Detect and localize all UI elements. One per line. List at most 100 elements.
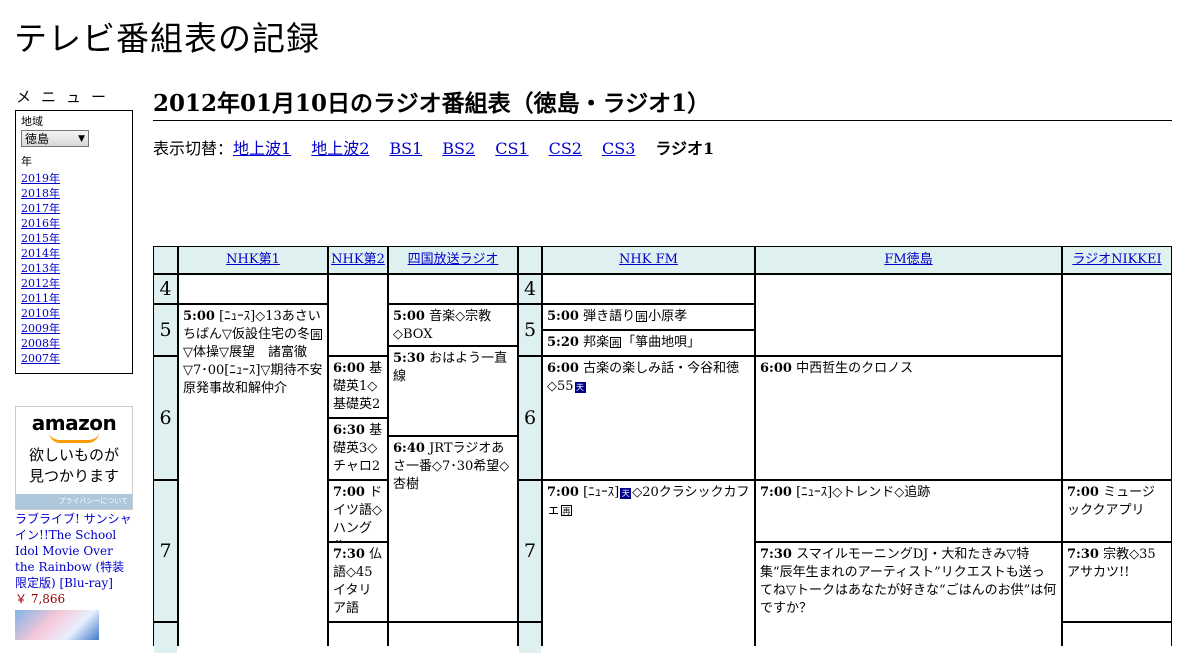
channel-link[interactable]: ラジオNIKKEI xyxy=(1072,252,1161,267)
switch-link-terrestrial-1[interactable]: 地上波1 xyxy=(233,139,291,158)
grid-corner xyxy=(154,247,177,273)
year-link[interactable]: 2017年 xyxy=(21,201,127,216)
program-cell[interactable]: 5:20 邦楽再「箏曲地唄」 xyxy=(543,331,754,355)
hour-label: 4 xyxy=(154,275,177,303)
year-link[interactable]: 2018年 xyxy=(21,186,127,201)
switch-current-radio-1: ラジオ1 xyxy=(655,139,715,158)
program-time: 7:30 xyxy=(333,547,365,562)
view-switcher-label: 表示切替： xyxy=(153,139,234,158)
channel-header-shikoku: 四国放送ラジオ xyxy=(389,247,517,273)
switch-link-terrestrial-2[interactable]: 地上波2 xyxy=(311,139,369,158)
channel-link[interactable]: NHK FM xyxy=(619,252,678,267)
hour-label: 5 xyxy=(519,305,541,355)
program-cell[interactable]: 5:30 おはよう一直線 xyxy=(389,347,517,435)
ad-product-price: ￥ 7,866 xyxy=(15,592,66,606)
menu-title: メニュー xyxy=(16,88,117,106)
program-cell[interactable]: 6:00 中西哲生のクロノス xyxy=(756,357,1061,479)
program-cell xyxy=(389,623,517,653)
site-title: テレビ番組表の記録 xyxy=(14,19,320,58)
program-time: 6:00 xyxy=(547,361,579,376)
year-list: 2019年 2018年 2017年 2016年 2015年 2014年 2013… xyxy=(21,171,127,366)
program-time: 6:30 xyxy=(333,423,365,438)
channel-header-fm-tokushima: FM徳島 xyxy=(756,247,1061,273)
year-label: 年 xyxy=(21,155,32,168)
hour-label xyxy=(154,623,177,653)
program-cell[interactable]: 6:00 基礎英1◇基礎英2 xyxy=(329,357,387,417)
program-time: 6:00 xyxy=(333,361,365,376)
year-link[interactable]: 2012年 xyxy=(21,276,127,291)
hour-label: 5 xyxy=(154,305,177,355)
switch-link-cs1[interactable]: CS1 xyxy=(495,139,528,158)
program-title: [ﾆｭｰｽ] xyxy=(583,485,620,500)
switch-link-cs2[interactable]: CS2 xyxy=(549,139,582,158)
program-cell[interactable]: 5:00 弾き語り再小原孝 xyxy=(543,305,754,329)
region-select[interactable]: 徳島 ▼ xyxy=(21,130,89,147)
year-link[interactable]: 2013年 xyxy=(21,261,127,276)
program-cell[interactable]: 6:40 JRTラジオあさ一番◇7･30希望◇杏樹 xyxy=(389,437,517,621)
switch-link-bs1[interactable]: BS1 xyxy=(389,139,422,158)
program-grid: NHK第1 NHK第2 四国放送ラジオ NHK FM FM徳島 ラジオNIKKE… xyxy=(153,246,1172,653)
program-cell xyxy=(1063,623,1171,653)
hour-label: 6 xyxy=(519,357,541,479)
channel-header-nhk-fm: NHK FM xyxy=(543,247,754,273)
channel-link[interactable]: 四国放送ラジオ xyxy=(408,252,499,267)
program-title: 邦楽 xyxy=(583,335,610,350)
year-link[interactable]: 2016年 xyxy=(21,216,127,231)
program-title: 弾き語り xyxy=(583,309,636,324)
year-link[interactable]: 2008年 xyxy=(21,336,127,351)
weather-badge-icon: 天 xyxy=(620,488,632,499)
switch-link-cs3[interactable]: CS3 xyxy=(602,139,635,158)
ad-product-link[interactable]: ラブライブ! サンシャイン!!The School Idol Movie Ove… xyxy=(15,512,132,590)
amazon-ad-banner[interactable]: amazon 欲しいものが 見つかります プライバシーについて xyxy=(15,406,133,510)
year-link[interactable]: 2010年 xyxy=(21,306,127,321)
program-title: 「箏曲地唄」 xyxy=(622,335,701,350)
program-cell[interactable]: 7:00 ミュージッククアプリ xyxy=(1063,481,1171,541)
channel-link[interactable]: NHK第1 xyxy=(226,252,280,267)
ad-privacy-link[interactable]: プライバシーについて xyxy=(16,494,132,509)
program-time: 6:00 xyxy=(760,361,792,376)
program-cell-empty xyxy=(756,275,1061,355)
program-cell[interactable]: 6:30 基礎英3◇チャロ2 xyxy=(329,419,387,479)
view-switcher: 表示切替：地上波1 地上波2 BS1 BS2 CS1 CS2 CS3 ラジオ1 xyxy=(153,135,714,159)
program-time: 7:30 xyxy=(1067,547,1099,562)
year-link[interactable]: 2007年 xyxy=(21,351,127,366)
year-link[interactable]: 2009年 xyxy=(21,321,127,336)
program-cell[interactable]: 7:00 [ﾆｭｰｽ] 天 ◇20クラシックカフェ再 xyxy=(543,481,754,653)
rerun-badge-icon: 再 xyxy=(636,311,648,322)
rerun-badge-icon: 再 xyxy=(561,505,573,516)
program-cell[interactable]: 7:00 [ﾆｭｰｽ]◇トレンド◇追跡 xyxy=(756,481,1061,541)
year-link[interactable]: 2014年 xyxy=(21,246,127,261)
ad-tagline-line: 欲しいものが xyxy=(28,446,119,464)
program-cell[interactable]: 5:00 音楽◇宗教◇BOX xyxy=(389,305,517,345)
ad-tagline: 欲しいものが 見つかります xyxy=(16,445,132,487)
grid-corner xyxy=(519,247,541,273)
channel-header-radio-nikkei: ラジオNIKKEI xyxy=(1063,247,1171,273)
channel-link[interactable]: NHK第2 xyxy=(331,252,385,267)
program-cell[interactable]: 6:00 古楽の楽しみ話・今谷和徳◇55 天 xyxy=(543,357,754,479)
ad-tagline-line: 見つかります xyxy=(28,467,119,485)
ad-product: ラブライブ! サンシャイン!!The School Idol Movie Ove… xyxy=(15,511,135,607)
program-cell-empty xyxy=(389,275,517,303)
program-time: 5:30 xyxy=(393,351,425,366)
program-cell-empty xyxy=(329,275,387,355)
program-cell xyxy=(329,623,387,653)
program-cell-empty xyxy=(1063,275,1171,479)
program-cell[interactable]: 7:30 宗教◇35アサカツ!! xyxy=(1063,543,1171,621)
ad-product-image[interactable] xyxy=(15,610,99,640)
program-cell[interactable]: 5:00 [ﾆｭｰｽ]◇13あさいちばん▽仮設住宅の冬 再▽体操▽展望 諸富徹▽7… xyxy=(179,305,327,650)
channel-link[interactable]: FM徳島 xyxy=(884,252,932,267)
page-heading: 2012年01月10日のラジオ番組表（徳島・ラジオ1） xyxy=(153,84,1172,121)
year-link[interactable]: 2019年 xyxy=(21,171,127,186)
channel-header-nhk1: NHK第1 xyxy=(179,247,327,273)
program-time: 5:00 xyxy=(183,309,215,324)
year-link[interactable]: 2015年 xyxy=(21,231,127,246)
program-title: 小原孝 xyxy=(648,309,688,324)
program-title: ▽体操▽展望 諸富徹▽7･00[ﾆｭｰｽ]▽期待不安原発事故和解仲介 xyxy=(183,345,323,396)
year-link[interactable]: 2011年 xyxy=(21,291,127,306)
program-cell[interactable]: 7:30 仏語◇45イタリア語 xyxy=(329,543,387,621)
menu-box: 地域 徳島 ▼ 年 2019年 2018年 2017年 2016年 2015年 … xyxy=(15,110,133,374)
program-cell[interactable]: 7:30 スマイルモーニングDJ・大和たきみ▽特集“辰年生まれのアーティスト”リ… xyxy=(756,543,1061,653)
program-cell[interactable]: 7:00 ドイツ語◇ハングル xyxy=(329,481,387,541)
rerun-badge-icon: 再 xyxy=(610,337,622,348)
switch-link-bs2[interactable]: BS2 xyxy=(442,139,475,158)
